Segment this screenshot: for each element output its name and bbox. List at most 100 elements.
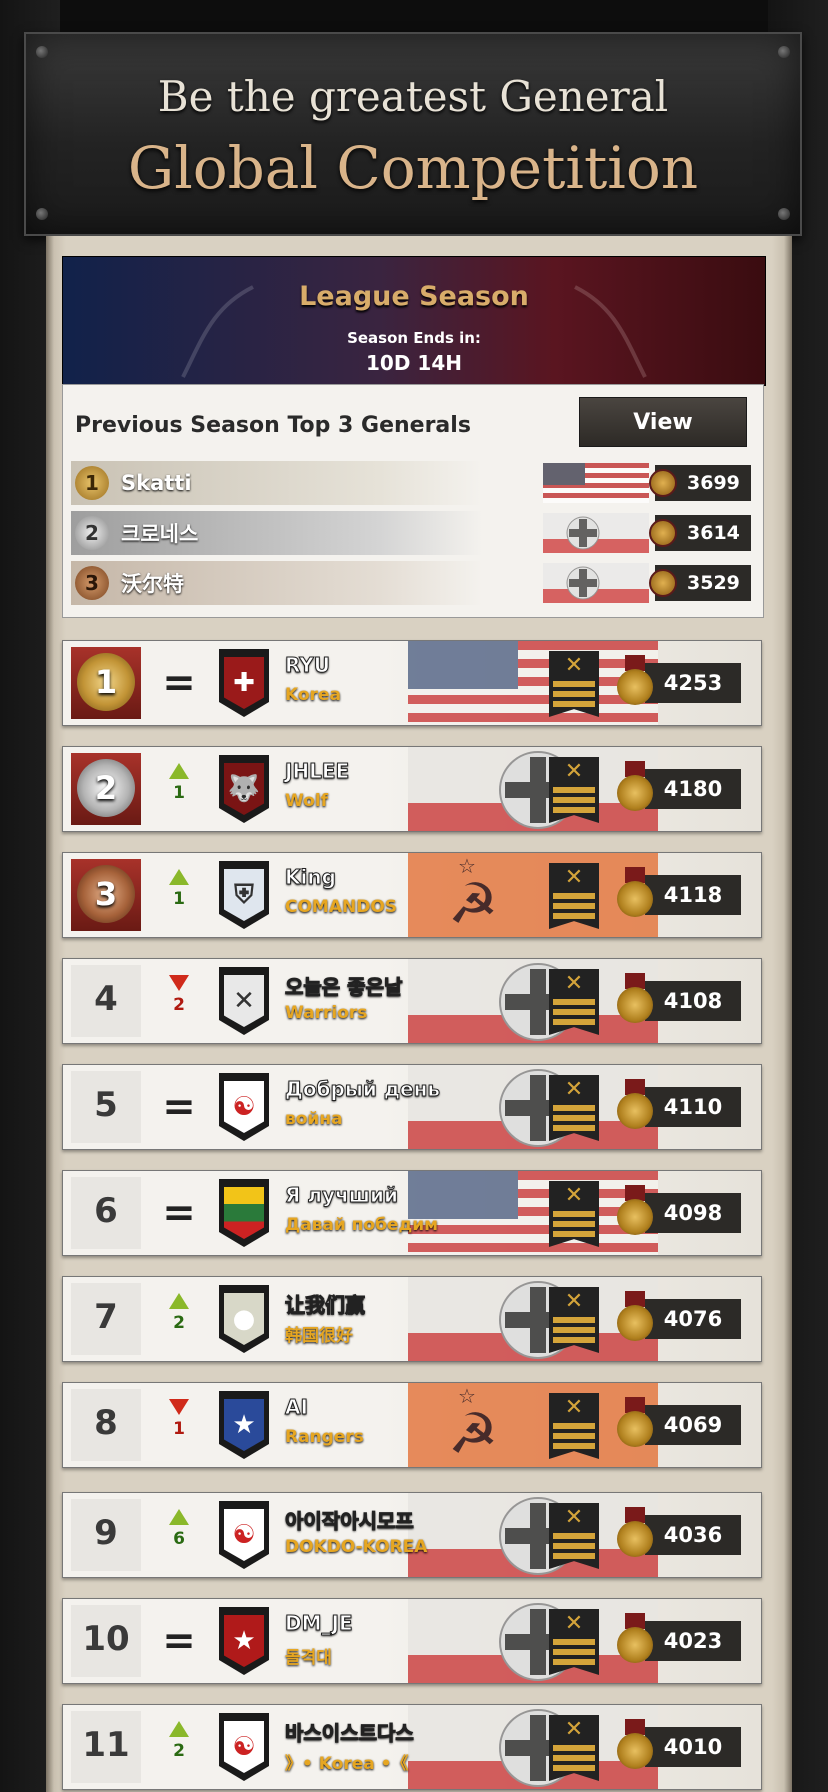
rank-insignia-icon: ✕ [549, 863, 599, 929]
silver-medal-icon: 2 [75, 516, 109, 550]
medal-icon [615, 973, 655, 1029]
medal-icon [615, 1397, 655, 1453]
league-season-box: League Season Season Ends in: 10D 14H [62, 256, 766, 386]
score-value: 4076 [645, 1299, 741, 1339]
rank-change-value: 2 [173, 1741, 185, 1761]
ranking-row[interactable]: 6 = Я лучший Давай победим ✕ 4098 [62, 1170, 762, 1256]
clan-name: 》• Korea •《 [285, 1754, 409, 1774]
rank-change-value: 2 [173, 1313, 185, 1333]
rank-change: 1 [161, 763, 197, 803]
previous-top-row[interactable]: 3 沃尔特 3529 [71, 561, 757, 605]
clan-name: Korea [285, 685, 341, 705]
medal-icon [649, 519, 677, 547]
score: 4108 [615, 973, 743, 1023]
shield-emblem-icon: ⛨ [219, 861, 269, 929]
medal-icon [615, 867, 655, 923]
clan-name: Давай победим [285, 1215, 439, 1235]
bronze-medal-icon: 3 [75, 566, 109, 600]
clan-name: COMANDOS [285, 897, 398, 917]
general-name: AI [285, 1395, 309, 1420]
medal-icon [615, 655, 655, 711]
rank-change-value: 2 [173, 995, 185, 1015]
previous-score: 3699 [649, 465, 751, 501]
rank-change: = [161, 661, 197, 705]
previous-top-row[interactable]: 1 Skatti 3699 [71, 461, 757, 505]
ranking-row[interactable]: 8 1 ★ ☭ ☆ AI Rangers ✕ 4069 [62, 1382, 762, 1468]
score-value: 4253 [645, 663, 741, 703]
score: 4023 [615, 1613, 743, 1663]
rank-medal-badge: 3 [71, 859, 141, 931]
rank-number-badge: 5 [71, 1071, 141, 1143]
score-value: 4023 [645, 1621, 741, 1661]
clan-name: Rangers [285, 1427, 364, 1447]
score-value: 4118 [645, 875, 741, 915]
score-value: 4010 [645, 1727, 741, 1767]
ranking-row[interactable]: 9 6 ☯ 아이작아시모프 DOKDO-KOREA ✕ 4036 [62, 1492, 762, 1578]
medal-icon [615, 1291, 655, 1347]
germany-flag-icon [543, 513, 649, 553]
rank-change-value: 1 [173, 783, 185, 803]
rank-change: = [161, 1619, 197, 1663]
gold-medal-icon: 1 [75, 466, 109, 500]
gold-medal-icon: 1 [77, 653, 135, 711]
clan-name: 韩国很好 [285, 1326, 353, 1346]
rank-insignia-icon: ✕ [549, 1393, 599, 1459]
rank-number-badge: 6 [71, 1177, 141, 1249]
bolt-icon [778, 46, 790, 58]
rank-insignia-icon: ✕ [549, 1287, 599, 1353]
clan-name: 돌격대 [285, 1648, 332, 1668]
bronze-medal-icon: 3 [77, 865, 135, 923]
unchanged-icon: = [162, 1084, 196, 1130]
silver-medal-icon: 2 [77, 759, 135, 817]
ranking-row[interactable]: 5 = ☯ Добрый день война ✕ 4110 [62, 1064, 762, 1150]
unchanged-icon: = [162, 1190, 196, 1236]
medal-icon [615, 1185, 655, 1241]
ranking-row[interactable]: 11 2 ☯ 바스이스트다스 》• Korea •《 ✕ 4010 [62, 1704, 762, 1790]
rank-number: 9 [94, 1513, 118, 1553]
previous-season-label: Previous Season Top 3 Generals [75, 413, 471, 438]
korea-emblem-icon: ☯ [219, 1713, 269, 1781]
score: 4180 [615, 761, 743, 811]
unchanged-icon: = [162, 660, 196, 706]
arrow-down-icon [169, 975, 189, 991]
rank-number-badge: 7 [71, 1283, 141, 1355]
previous-score: 3614 [649, 515, 751, 551]
view-button[interactable]: View [579, 397, 747, 447]
banner-subtitle: Be the greatest General [157, 72, 669, 121]
general-name: 바스이스트다스 [285, 1721, 415, 1746]
score: 4098 [615, 1185, 743, 1235]
rank-change: 2 [161, 1293, 197, 1333]
ranking-row[interactable]: 2 1 🐺 JHLEE Wolf ✕ 4180 [62, 746, 762, 832]
rank-change: 6 [161, 1509, 197, 1549]
rank-change: 1 [161, 869, 197, 909]
ranking-row[interactable]: 7 2 ● 让我们赢 韩国很好 ✕ 4076 [62, 1276, 762, 1362]
general-name: RYU [284, 653, 331, 678]
clan-name: DOKDO-KOREA [285, 1537, 428, 1557]
banner-title: Global Competition [127, 134, 699, 202]
rank-insignia-icon: ✕ [549, 1181, 599, 1247]
rank-insignia-icon: ✕ [549, 1715, 599, 1781]
ranking-row[interactable]: 3 1 ⛨ ☭ ☆ King COMANDOS ✕ 4118 [62, 852, 762, 938]
rank-number-badge: 9 [71, 1499, 141, 1571]
rank-number: 4 [94, 979, 118, 1019]
previous-top-row[interactable]: 2 크로네스 3614 [71, 511, 757, 555]
medal-icon [615, 1507, 655, 1563]
score: 4036 [615, 1507, 743, 1557]
score-value: 4069 [645, 1405, 741, 1445]
rank-insignia-icon: ✕ [549, 969, 599, 1035]
general-name: Добрый день [284, 1077, 441, 1102]
bolt-icon [778, 208, 790, 220]
previous-season-box: Previous Season Top 3 Generals View 1 Sk… [62, 384, 764, 618]
arrow-up-icon [169, 1721, 189, 1737]
rank-number-badge: 11 [71, 1711, 141, 1783]
season-title: League Season [299, 281, 529, 312]
header-banner: Be the greatest General Global Competiti… [24, 32, 802, 236]
rank-change: 2 [161, 975, 197, 1015]
bolt-icon [36, 208, 48, 220]
ranking-row[interactable]: 10 = ★ DM_JE 돌격대 ✕ 4023 [62, 1598, 762, 1684]
ranking-row[interactable]: 4 2 ✕ 오늘은 좋은날 Warriors ✕ 4108 [62, 958, 762, 1044]
score: 4118 [615, 867, 743, 917]
rank-medal-badge: 1 [71, 647, 141, 719]
ranking-row[interactable]: 1 = ✚ RYU Korea ✕ 4253 [62, 640, 762, 726]
medal-icon [615, 1079, 655, 1135]
